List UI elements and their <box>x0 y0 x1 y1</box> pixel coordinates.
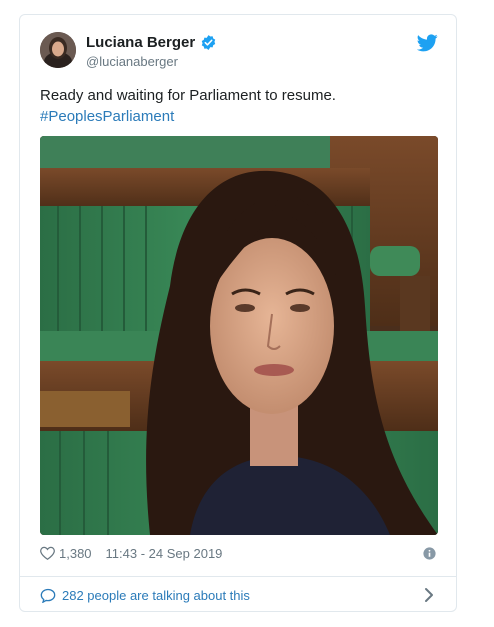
tweet-meta: 1,380 11:43 - 24 Sep 2019 <box>40 543 438 563</box>
tweet-timestamp[interactable]: 11:43 - 24 Sep 2019 <box>106 546 223 561</box>
avatar[interactable] <box>40 32 76 68</box>
info-icon[interactable] <box>423 547 436 560</box>
chevron-right-icon[interactable] <box>424 587 434 603</box>
speech-bubble-icon <box>40 588 56 604</box>
heart-icon[interactable] <box>40 546 55 561</box>
divider <box>20 576 456 577</box>
author-handle[interactable]: @lucianaberger <box>86 54 178 69</box>
verified-badge-icon <box>200 34 217 51</box>
tweet-photo[interactable] <box>40 136 438 535</box>
hashtag-link[interactable]: #PeoplesParliament <box>40 106 440 127</box>
like-count[interactable]: 1,380 <box>59 546 92 561</box>
conversation-text: 282 people are talking about this <box>62 587 250 603</box>
tweet-text: Ready and waiting for Parliament to resu… <box>40 85 440 127</box>
tweet-text-line: Ready and waiting for Parliament to resu… <box>40 87 336 104</box>
author-row: Luciana Berger <box>86 34 217 51</box>
author-name[interactable]: Luciana Berger <box>86 34 195 51</box>
twitter-bird-icon[interactable] <box>416 34 438 52</box>
conversation-link[interactable]: 282 people are talking about this <box>40 585 438 605</box>
tweet-card: Luciana Berger @lucianaberger Ready and … <box>19 14 457 612</box>
